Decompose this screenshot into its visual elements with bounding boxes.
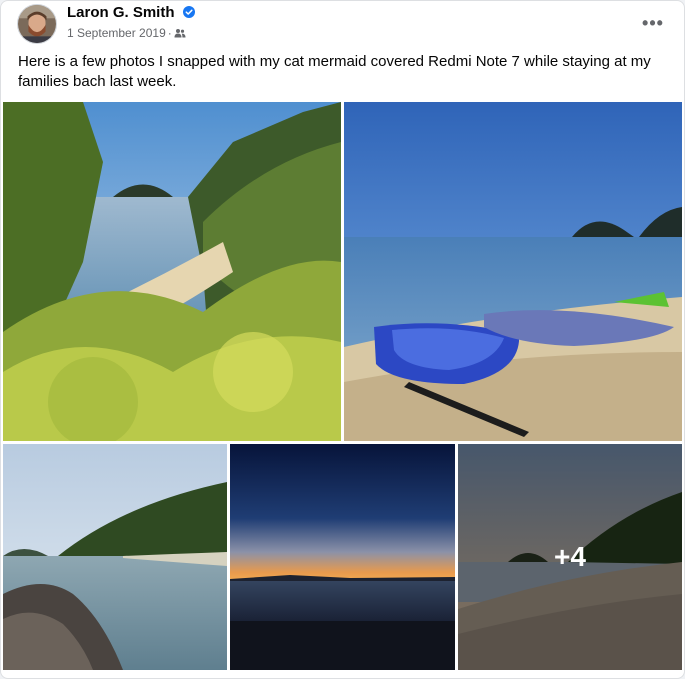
photo-3-image (3, 444, 227, 670)
photo-3[interactable] (3, 444, 227, 670)
photo-5[interactable]: +4 (458, 444, 682, 670)
photo-4-image (230, 444, 455, 670)
more-options-label: ••• (642, 12, 664, 33)
photo-1[interactable] (3, 102, 341, 441)
ellipsis-icon[interactable]: ••• (635, 5, 671, 41)
author-avatar[interactable] (17, 4, 57, 44)
photo-1-image (3, 102, 341, 441)
meta-separator: · (167, 26, 172, 40)
author-name[interactable]: Laron G. Smith (67, 4, 195, 21)
more-photos-count: +4 (554, 541, 586, 572)
friends-icon[interactable] (174, 28, 186, 38)
post-card: Laron G. Smith 1 September 2019 · ••• Her… (0, 0, 685, 679)
photo-4[interactable] (230, 444, 455, 670)
photo-2[interactable] (344, 102, 682, 441)
post-caption: Here is a few photos I snapped with my c… (18, 53, 651, 90)
more-photos-overlay[interactable]: +4 (458, 444, 682, 670)
avatar-image (18, 5, 56, 43)
post-header: Laron G. Smith 1 September 2019 · ••• (17, 3, 677, 45)
verified-badge-icon (182, 6, 195, 18)
photo-2-image (344, 102, 682, 441)
author-name-text: Laron G. Smith (67, 4, 175, 21)
post-meta: 1 September 2019 · (67, 26, 186, 40)
post-date[interactable]: 1 September 2019 (67, 26, 166, 40)
photo-grid: +4 (3, 102, 682, 670)
